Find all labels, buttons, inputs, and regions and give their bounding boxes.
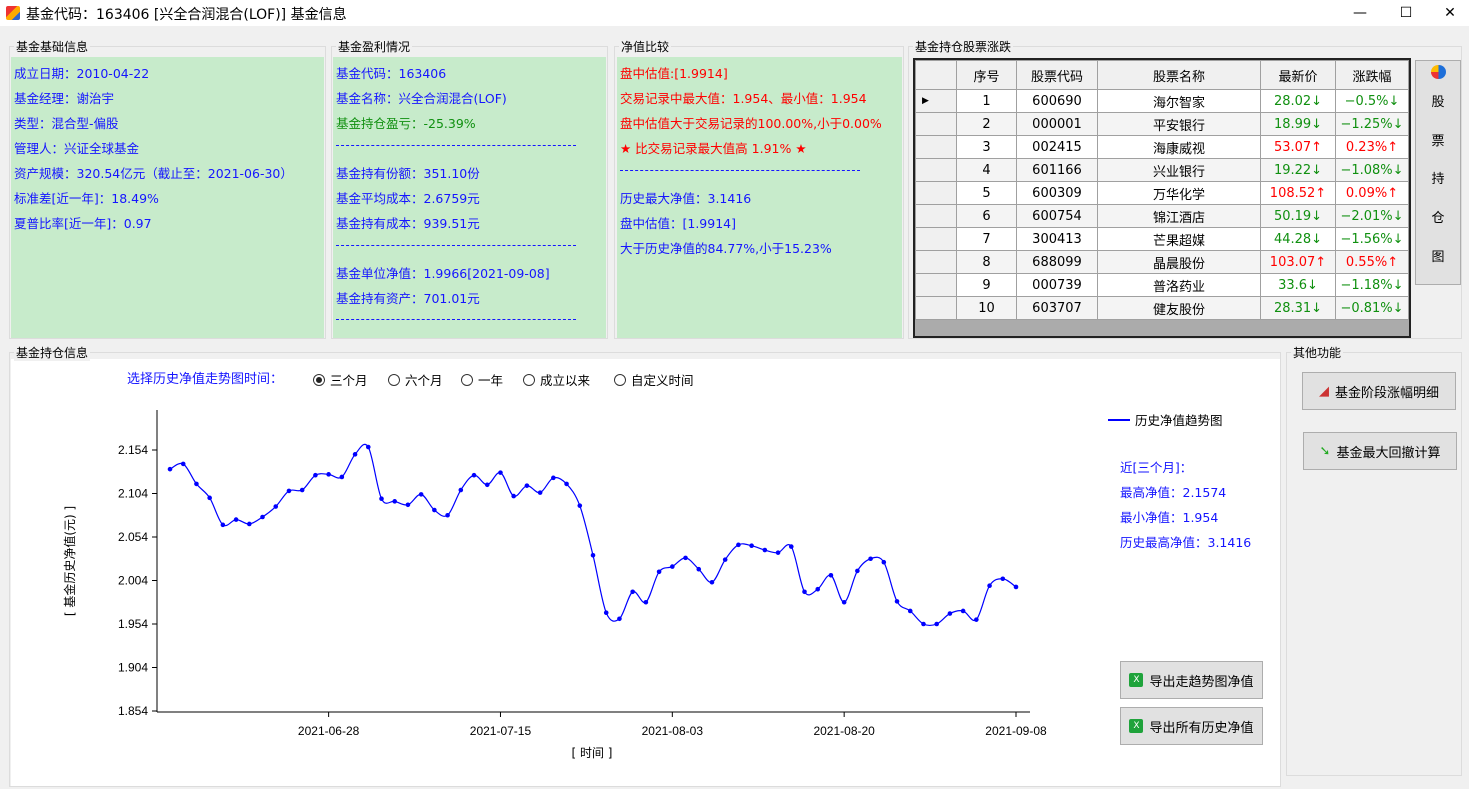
data-point [603, 610, 609, 615]
x-tick-label: 2021-06-28 [298, 724, 360, 738]
series-line [169, 443, 1017, 627]
y-tick-label: 2.004 [118, 574, 148, 588]
data-point [855, 568, 860, 574]
data-point [1000, 576, 1006, 582]
data-point [670, 564, 675, 569]
data-point [392, 499, 398, 504]
data-point [432, 507, 437, 513]
data-point [418, 492, 424, 497]
data-point [445, 512, 450, 518]
data-point [934, 621, 939, 627]
x-axis-title: [ 时间 ] [572, 746, 613, 760]
data-point [907, 608, 913, 614]
data-point [537, 490, 543, 495]
data-point [299, 487, 305, 493]
data-point [921, 621, 926, 627]
data-point [617, 616, 622, 622]
data-point [683, 555, 688, 561]
x-tick-label: 2021-08-20 [813, 724, 875, 738]
data-point [577, 503, 583, 508]
y-tick-label: 1.954 [118, 617, 148, 631]
data-point [484, 482, 490, 488]
data-point [762, 547, 768, 553]
data-point [551, 475, 556, 481]
data-point [643, 599, 649, 605]
data-point [220, 522, 226, 528]
data-point [286, 488, 292, 494]
y-tick-label: 1.904 [118, 661, 148, 675]
data-point [802, 589, 807, 595]
group-label: 其他功能 [1291, 344, 1344, 361]
data-point [828, 572, 834, 578]
data-point [974, 617, 979, 622]
data-point [947, 611, 953, 616]
data-point [352, 452, 358, 457]
data-point [207, 495, 212, 501]
data-point [590, 552, 596, 558]
data-point [167, 466, 173, 472]
max-drawdown-button[interactable]: ➘ 基金最大回撤计算 [1303, 432, 1457, 470]
data-point [841, 599, 847, 605]
data-point [630, 589, 635, 595]
data-point [987, 583, 992, 589]
data-point [247, 521, 252, 527]
data-point [233, 517, 239, 522]
data-point [313, 472, 318, 478]
data-point [273, 504, 279, 509]
data-point [180, 461, 186, 467]
data-point [511, 493, 516, 499]
data-point [564, 481, 569, 487]
data-point [815, 586, 821, 592]
y-tick-label: 2.054 [118, 530, 148, 544]
x-tick-label: 2021-07-15 [470, 724, 532, 738]
y-tick-label: 2.104 [118, 487, 148, 501]
nav-trend-chart: 1.854 1.904 1.954 2.004 2.054 2.104 2.154 2021-… [62, 410, 1223, 760]
x-tick-label: 2021-08-03 [642, 724, 704, 738]
data-point [365, 444, 371, 450]
data-point [471, 472, 477, 478]
y-tick-label: 1.854 [118, 704, 148, 718]
y-tick-label: 2.154 [118, 443, 148, 457]
data-point [788, 544, 794, 549]
data-point [524, 483, 530, 488]
data-point [1013, 584, 1019, 590]
stage-change-button[interactable]: ◢ 基金阶段涨幅明细 [1302, 372, 1456, 410]
data-point [894, 599, 900, 604]
data-point [656, 569, 662, 575]
data-point [194, 481, 199, 487]
button-label: 基金阶段涨幅明细 [1334, 385, 1439, 401]
data-point [260, 514, 265, 520]
data-point [868, 556, 873, 562]
data-point [696, 566, 702, 572]
data-point [709, 579, 715, 585]
data-point [881, 559, 887, 565]
data-point [960, 608, 966, 614]
data-point [749, 543, 754, 548]
y-axis-title: [ 基金历史净值(元) ] [62, 506, 77, 616]
button-label: 基金最大回撤计算 [1336, 445, 1441, 461]
data-point [498, 470, 503, 475]
data-point [326, 472, 331, 477]
data-point [736, 542, 741, 548]
legend-label: 历史净值趋势图 [1135, 413, 1223, 428]
other-functions-group: 其他功能 ◢ 基金阶段涨幅明细 ➘ 基金最大回撤计算 [1286, 344, 1462, 776]
data-point [458, 487, 464, 493]
refresh-arrow-icon: ➘ [1319, 443, 1331, 459]
data-point [722, 557, 728, 562]
x-tick-label: 2021-09-08 [985, 724, 1047, 738]
data-point [775, 550, 781, 555]
ruler-icon: ◢ [1318, 383, 1329, 399]
data-point [339, 474, 345, 480]
data-point [405, 502, 411, 508]
data-point [379, 496, 384, 502]
